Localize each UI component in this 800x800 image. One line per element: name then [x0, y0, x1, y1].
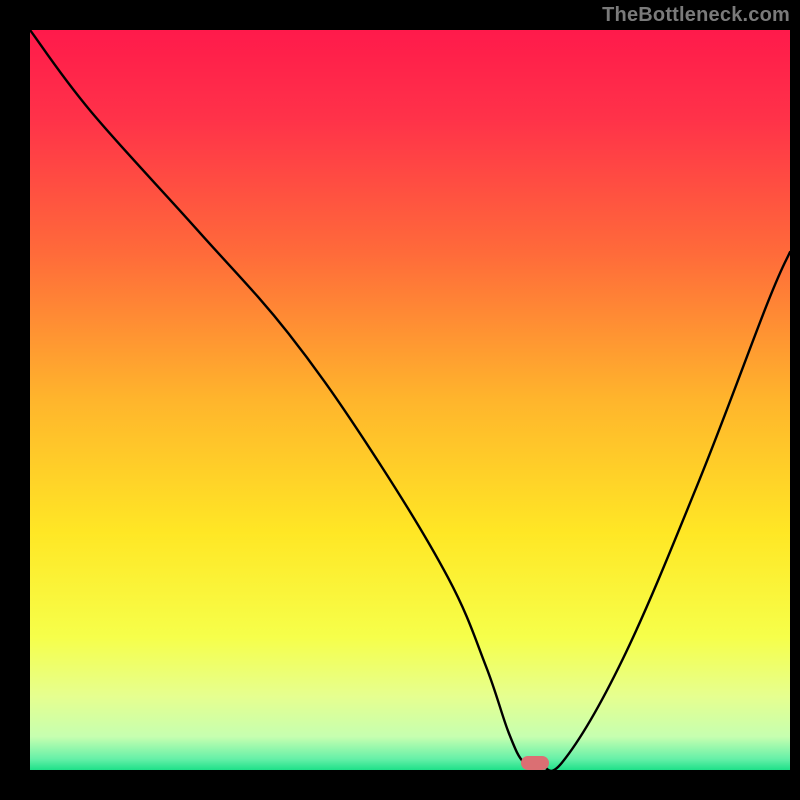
- watermark-text: TheBottleneck.com: [602, 4, 790, 27]
- plot-area: [30, 30, 790, 770]
- chart-container: TheBottleneck.com: [0, 0, 800, 800]
- highlight-marker: [521, 756, 549, 770]
- bottleneck-curve: [30, 30, 790, 770]
